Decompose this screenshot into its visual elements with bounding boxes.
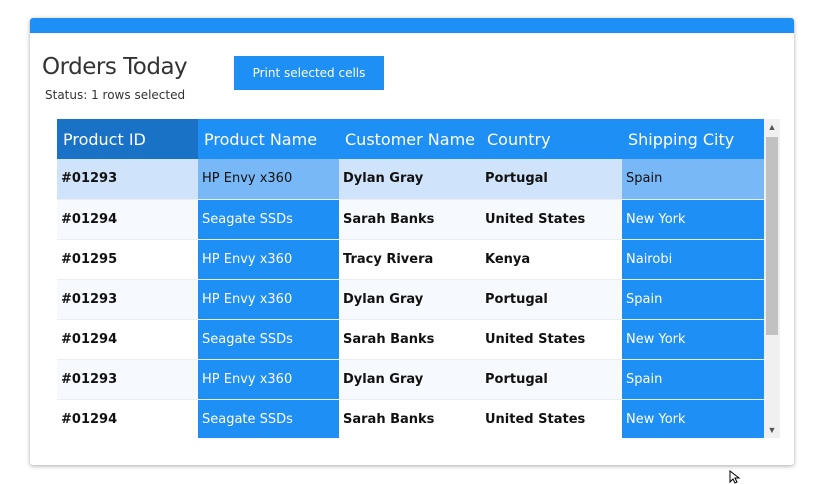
cell-shipping-city[interactable]: Spain — [622, 159, 764, 200]
cell-country[interactable]: Portugal — [481, 159, 622, 200]
table-row[interactable]: #01294 Seagate SSDs Sarah Banks United Stat… — [57, 319, 764, 360]
cell-product-id[interactable]: #01293 — [57, 359, 198, 400]
column-header-country[interactable]: Country — [481, 119, 622, 159]
cell-product-name[interactable]: HP Envy x360 — [198, 239, 339, 280]
cell-product-id[interactable]: #01294 — [57, 199, 198, 240]
cell-product-name[interactable]: Seagate SSDs — [198, 319, 339, 360]
column-header-customer-name[interactable]: Customer Name — [339, 119, 481, 159]
table-body: #01293 HP Envy x360 Dylan Gray Portugal Spai… — [57, 159, 764, 438]
table-row[interactable]: #01293 HP Envy x360 Dylan Gray Portugal Spai… — [57, 359, 764, 400]
table-row[interactable]: #01295 HP Envy x360 Tracy Rivera Kenya Nairo… — [57, 239, 764, 280]
column-header-shipping-city[interactable]: Shipping City — [622, 119, 764, 159]
cell-product-id[interactable]: #01294 — [57, 319, 198, 360]
orders-grid: Product ID Product Name Customer Name Co… — [57, 119, 780, 438]
cell-country[interactable]: United States — [481, 319, 622, 360]
cell-customer-name[interactable]: Sarah Banks — [339, 199, 481, 240]
cell-product-id[interactable]: #01295 — [57, 239, 198, 280]
card-top-bar — [30, 18, 794, 33]
cell-product-name[interactable]: HP Envy x360 — [198, 159, 339, 200]
cell-product-name[interactable]: Seagate SSDs — [198, 199, 339, 240]
cell-product-name[interactable]: HP Envy x360 — [198, 279, 339, 320]
table-row[interactable]: #01293 HP Envy x360 Dylan Gray Portugal Spai… — [57, 159, 764, 200]
status-text: Status: 1 rows selected — [45, 88, 186, 102]
cell-shipping-city[interactable]: Spain — [622, 359, 764, 400]
cell-shipping-city[interactable]: New York — [622, 399, 764, 438]
cell-shipping-city[interactable]: Nairobi — [622, 239, 764, 280]
vertical-scrollbar[interactable]: ▲ ▼ — [764, 119, 780, 438]
cell-customer-name[interactable]: Dylan Gray — [339, 359, 481, 400]
table-row[interactable]: #01293 HP Envy x360 Dylan Gray Portugal Spai… — [57, 279, 764, 320]
page-title: Orders Today — [42, 54, 188, 80]
column-header-product-id[interactable]: Product ID — [57, 119, 198, 159]
print-selected-cells-button[interactable]: Print selected cells — [234, 56, 384, 90]
table-header-row: Product ID Product Name Customer Name Co… — [57, 119, 764, 159]
cell-customer-name[interactable]: Dylan Gray — [339, 159, 481, 200]
cell-country[interactable]: United States — [481, 199, 622, 240]
cell-product-id[interactable]: #01293 — [57, 279, 198, 320]
cell-country[interactable]: Portugal — [481, 279, 622, 320]
cell-country[interactable]: Portugal — [481, 359, 622, 400]
cell-shipping-city[interactable]: New York — [622, 199, 764, 240]
cell-product-id[interactable]: #01294 — [57, 399, 198, 438]
cell-country[interactable]: Kenya — [481, 239, 622, 280]
table-row[interactable]: #01294 Seagate SSDs Sarah Banks United Stat… — [57, 199, 764, 240]
scrollbar-thumb[interactable] — [766, 137, 778, 335]
cell-customer-name[interactable]: Sarah Banks — [339, 319, 481, 360]
orders-table: Product ID Product Name Customer Name Co… — [57, 119, 764, 438]
chevron-up-icon[interactable]: ▲ — [764, 119, 780, 135]
cell-customer-name[interactable]: Dylan Gray — [339, 279, 481, 320]
table-row[interactable]: #01294 Seagate SSDs Sarah Banks United Stat… — [57, 399, 764, 438]
cell-country[interactable]: United States — [481, 399, 622, 438]
orders-card: Orders Today Status: 1 rows selected Pri… — [30, 18, 794, 465]
cell-product-name[interactable]: HP Envy x360 — [198, 359, 339, 400]
cell-customer-name[interactable]: Tracy Rivera — [339, 239, 481, 280]
cell-product-id[interactable]: #01293 — [57, 159, 198, 200]
column-header-product-name[interactable]: Product Name — [198, 119, 339, 159]
cell-shipping-city[interactable]: New York — [622, 319, 764, 360]
chevron-down-icon[interactable]: ▼ — [764, 422, 780, 438]
cell-product-name[interactable]: Seagate SSDs — [198, 399, 339, 438]
cell-customer-name[interactable]: Sarah Banks — [339, 399, 481, 438]
cell-shipping-city[interactable]: Spain — [622, 279, 764, 320]
